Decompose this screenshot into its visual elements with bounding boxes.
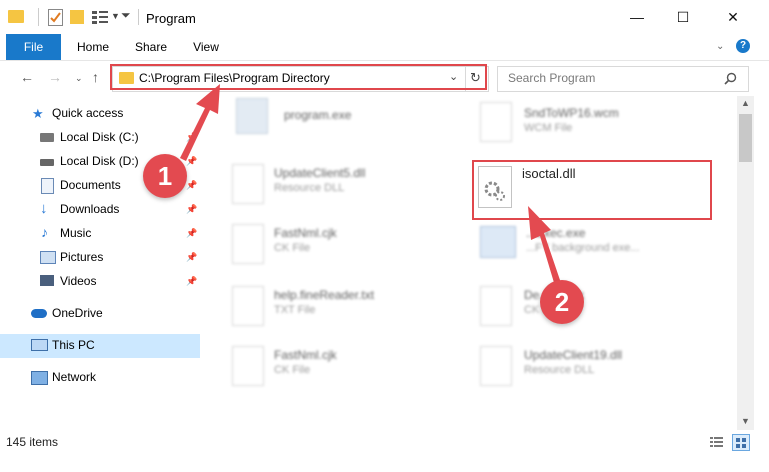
arrow-to-address-bar [180, 84, 220, 161]
callout-step-1: 1 [143, 154, 187, 198]
callout-step-2: 2 [540, 280, 584, 324]
callout-arrows [180, 84, 561, 286]
arrow-to-isoctal-file [528, 206, 561, 286]
